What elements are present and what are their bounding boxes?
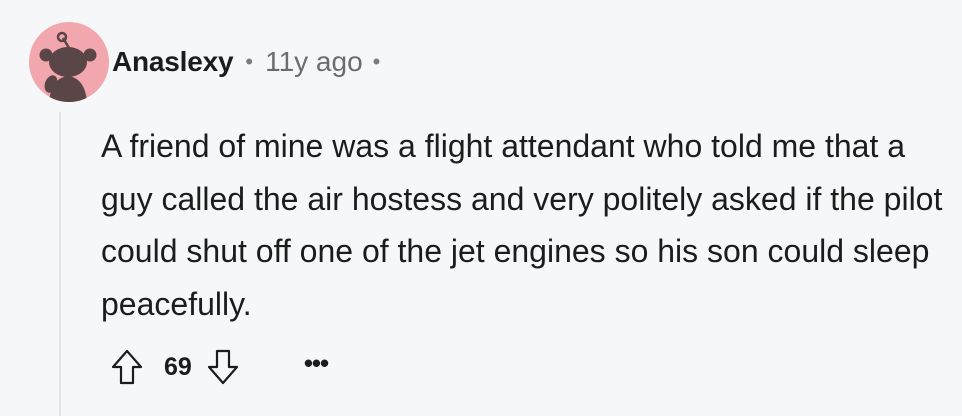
comment-actions: 69 •••: [108, 344, 329, 390]
comment-body: A friend of mine was a flight attendant …: [101, 128, 943, 322]
avatar[interactable]: [29, 22, 109, 102]
comment-header: Anaslexy • 11y ago •: [112, 44, 380, 80]
timestamp[interactable]: 11y ago: [265, 46, 363, 78]
thread-line[interactable]: [59, 112, 61, 416]
separator-dot: •: [245, 49, 254, 74]
more-options-button[interactable]: •••: [304, 350, 329, 381]
downvote-button[interactable]: [204, 346, 242, 388]
username[interactable]: Anaslexy: [112, 46, 234, 78]
vote-score: 69: [164, 352, 192, 381]
arrow-up-icon: [111, 349, 143, 385]
separator-dot: •: [372, 49, 381, 74]
comment: Anaslexy • 11y ago • A friend of mine wa…: [0, 0, 962, 416]
upvote-button[interactable]: [108, 346, 146, 388]
arrow-down-icon: [207, 349, 238, 385]
snoo-icon: [39, 31, 97, 102]
